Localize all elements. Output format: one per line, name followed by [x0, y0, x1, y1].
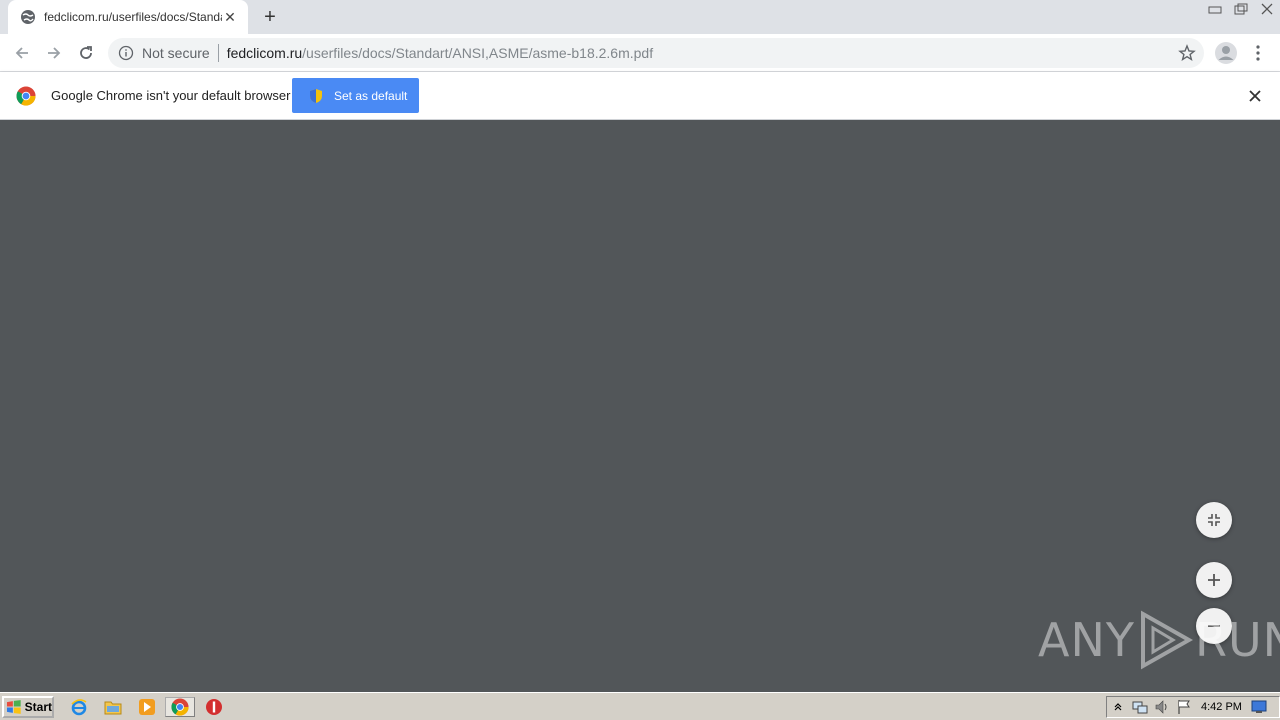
profile-avatar-icon[interactable] [1214, 41, 1238, 65]
fit-to-page-button[interactable] [1196, 502, 1232, 538]
pdf-viewer-area[interactable]: ANY RUN [0, 120, 1280, 692]
tab-title: fedclicom.ru/userfiles/docs/Standart/ANS… [44, 10, 222, 24]
red-stop-icon [206, 699, 222, 715]
taskbar-alert-app-button[interactable] [203, 697, 225, 717]
set-as-default-button[interactable]: Set as default [292, 78, 419, 113]
start-button[interactable]: Start [2, 696, 54, 718]
minimize-button[interactable] [1202, 0, 1228, 18]
internet-explorer-icon [71, 699, 87, 716]
taskbar-clock[interactable]: 4:42 PM [1201, 701, 1242, 713]
window-controls [1202, 0, 1280, 18]
watermark-left-text: ANY [1038, 613, 1135, 667]
show-desktop-button[interactable] [1248, 697, 1270, 717]
uac-shield-icon [310, 88, 322, 103]
url-host: fedclicom.ru [226, 45, 303, 61]
back-arrow-icon [15, 47, 28, 59]
folder-icon [104, 701, 122, 715]
forward-arrow-icon [48, 47, 61, 59]
anyrun-watermark: ANY RUN [1038, 610, 1280, 670]
speaker-icon [1155, 700, 1167, 714]
windows-taskbar: Start 4:42 PM [0, 692, 1280, 720]
tray-action-center-button[interactable] [1173, 697, 1195, 717]
forward-button[interactable] [42, 41, 66, 65]
fit-page-icon [1208, 514, 1220, 526]
media-player-icon [139, 699, 155, 715]
address-bar[interactable]: Not secure fedclicom.ru/userfiles/docs/S… [108, 38, 1204, 68]
chevron-up-icon [1114, 703, 1122, 711]
zoom-in-button[interactable] [1196, 562, 1232, 598]
close-tab-icon[interactable]: ✕ [222, 9, 238, 25]
back-button[interactable] [10, 41, 34, 65]
infobar-close-button[interactable] [1246, 87, 1264, 105]
bookmark-star-icon[interactable] [1178, 44, 1196, 62]
watermark-right-text: RUN [1194, 613, 1280, 667]
chrome-menu-button[interactable] [1248, 41, 1268, 65]
start-label: Start [24, 700, 52, 714]
windows-logo-icon [6, 700, 21, 714]
network-icon [1132, 701, 1148, 714]
flag-icon [1178, 700, 1190, 714]
info-icon[interactable] [118, 45, 134, 61]
taskbar-explorer-button[interactable] [102, 697, 124, 717]
chrome-logo-icon [171, 698, 189, 716]
close-icon [1261, 3, 1273, 15]
close-icon [1249, 90, 1261, 102]
browser-toolbar: Not secure fedclicom.ru/userfiles/docs/S… [0, 34, 1280, 72]
tab-strip: fedclicom.ru/userfiles/docs/Standart/ANS… [0, 0, 1280, 34]
url-path: /userfiles/docs/Standart/ANSI,ASME/asme-… [302, 45, 654, 61]
new-tab-button[interactable]: + [258, 6, 282, 28]
play-triangle-icon [1140, 610, 1193, 670]
tray-expand-button[interactable] [1107, 697, 1129, 717]
browser-tab[interactable]: fedclicom.ru/userfiles/docs/Standart/ANS… [8, 0, 248, 34]
close-window-button[interactable] [1254, 0, 1280, 18]
desktop-icon [1251, 700, 1267, 713]
system-tray: 4:42 PM [1106, 696, 1280, 718]
kebab-menu-icon [1256, 45, 1260, 61]
default-browser-infobar: Google Chrome isn't your default browser… [0, 72, 1280, 120]
tray-network-button[interactable] [1129, 697, 1151, 717]
maximize-button[interactable] [1228, 0, 1254, 18]
taskbar-chrome-button[interactable] [165, 697, 195, 717]
tray-volume-button[interactable] [1151, 697, 1173, 717]
restore-icon [1234, 3, 1248, 15]
infobar-message: Google Chrome isn't your default browser [51, 88, 291, 103]
chrome-logo-icon [16, 86, 36, 106]
taskbar-media-player-button[interactable] [136, 697, 158, 717]
minimize-icon [1208, 6, 1222, 14]
reload-icon [80, 46, 92, 59]
taskbar-ie-button[interactable] [68, 697, 90, 717]
reload-button[interactable] [74, 41, 98, 65]
omnibox-divider [217, 44, 219, 62]
security-label: Not secure [142, 45, 210, 61]
plus-icon [1208, 574, 1220, 586]
globe-icon [21, 10, 35, 24]
set-as-default-label: Set as default [334, 88, 408, 103]
